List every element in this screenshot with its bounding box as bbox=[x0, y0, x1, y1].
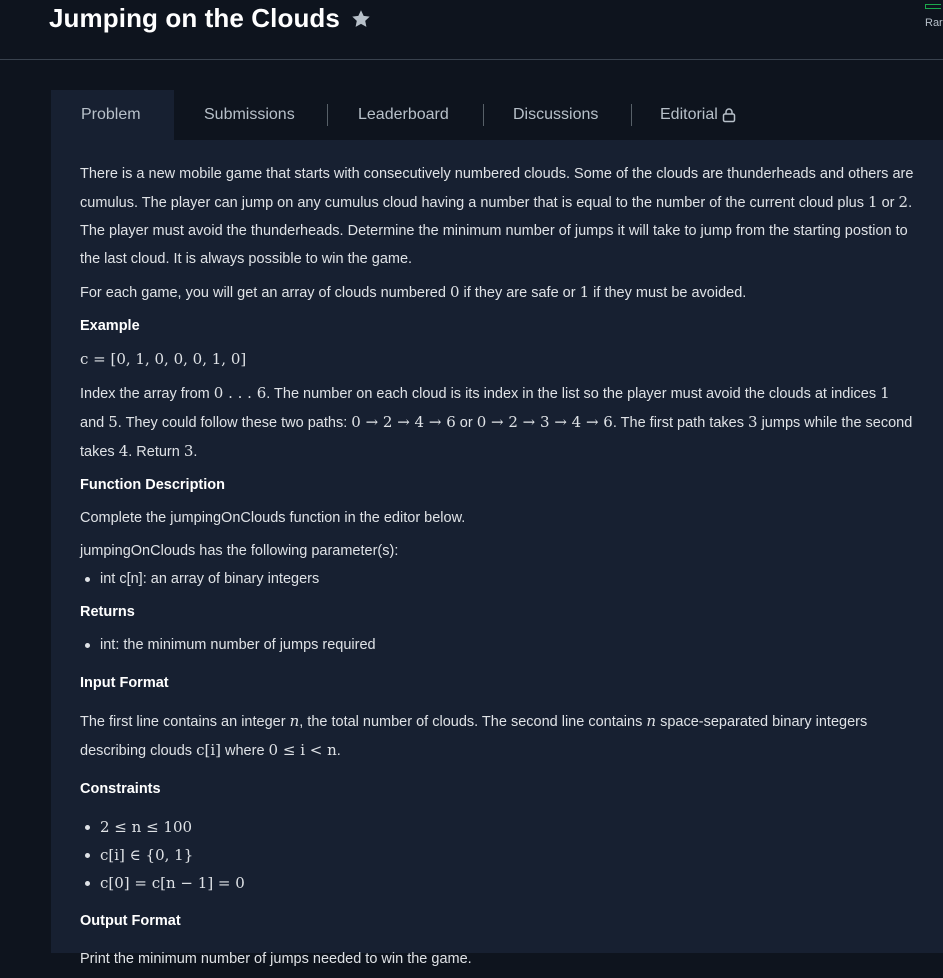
text: Index the array from bbox=[80, 386, 214, 402]
math: 0 ≤ i < n bbox=[268, 741, 337, 759]
rank-widget[interactable]: Rar bbox=[925, 4, 943, 29]
constraints-heading: Constraints bbox=[80, 781, 161, 797]
intro-paragraph: There is a new mobile game that starts w… bbox=[80, 160, 915, 273]
text: There is a new mobile game that starts w… bbox=[80, 166, 914, 211]
input-format-heading: Input Format bbox=[80, 675, 169, 691]
problem-statement: There is a new mobile game that starts w… bbox=[80, 160, 915, 978]
output-format-text: Print the minimum number of jumps needed… bbox=[80, 951, 472, 967]
input-format-text: The first line contains an integer n, th… bbox=[80, 707, 915, 765]
text: The first line contains an integer bbox=[80, 714, 290, 730]
text: . bbox=[336, 743, 341, 759]
tab-label: Problem bbox=[81, 106, 141, 123]
math: 3 bbox=[748, 413, 758, 431]
rank-label: Rar bbox=[925, 17, 943, 29]
tab-editorial[interactable]: Editorial bbox=[660, 90, 736, 140]
rank-progress-bar bbox=[925, 4, 941, 9]
text: . The first path takes bbox=[612, 415, 748, 431]
text: or bbox=[877, 195, 899, 211]
challenge-title-row: Jumping on the Clouds bbox=[49, 3, 372, 34]
tab-discussions[interactable]: Discussions bbox=[513, 90, 598, 140]
list-item: 2 ≤ n ≤ 100 bbox=[85, 813, 915, 841]
challenge-header: Jumping on the Clouds Rar bbox=[0, 0, 943, 60]
example-explanation: Index the array from 0 . . . 6. The numb… bbox=[80, 379, 915, 466]
returns-list: int: the minimum number of jumps require… bbox=[80, 631, 915, 659]
text: or bbox=[455, 415, 477, 431]
text: . Return bbox=[128, 444, 184, 460]
function-description-text: Complete the jumpingOnClouds function in… bbox=[80, 510, 466, 526]
tab-bar: Problem Submissions Leaderboard Discussi… bbox=[51, 90, 943, 140]
function-description-heading: Function Description bbox=[80, 477, 225, 493]
lock-icon bbox=[722, 107, 736, 123]
math: 1 bbox=[579, 283, 590, 301]
math: 4 bbox=[118, 442, 129, 460]
parameters-intro: jumpingOnClouds has the following parame… bbox=[80, 543, 399, 559]
text: , the total number of clouds. The second… bbox=[299, 714, 647, 730]
math: n bbox=[289, 712, 300, 730]
tab-label: Leaderboard bbox=[358, 106, 449, 123]
math: 5 bbox=[108, 413, 118, 431]
text: . They could follow these two paths: bbox=[117, 415, 352, 431]
problem-panel: Problem Submissions Leaderboard Discussi… bbox=[51, 90, 943, 967]
tab-label: Discussions bbox=[513, 106, 599, 123]
math: 0 bbox=[449, 283, 460, 301]
math: c[i] bbox=[196, 741, 221, 759]
list-item: int: the minimum number of jumps require… bbox=[85, 631, 915, 659]
text: if they must be avoided. bbox=[589, 285, 747, 301]
parameters-list: int c[n]: an array of binary integers bbox=[80, 565, 915, 593]
text: . bbox=[193, 444, 198, 460]
example-heading: Example bbox=[80, 318, 140, 334]
text: and bbox=[80, 415, 109, 431]
tab-divider bbox=[483, 104, 484, 126]
math: c = [0, 1, 0, 0, 0, 1, 0] bbox=[80, 350, 247, 368]
example-math: c = [0, 1, 0, 0, 0, 1, 0] bbox=[80, 345, 915, 374]
text: where bbox=[220, 743, 269, 759]
array-paragraph: For each game, you will get an array of … bbox=[80, 278, 915, 307]
returns-heading: Returns bbox=[80, 604, 135, 620]
tab-problem[interactable]: Problem bbox=[51, 90, 174, 140]
text: . The number on each cloud is its index … bbox=[266, 386, 881, 402]
math: 1 bbox=[868, 193, 878, 211]
tab-divider bbox=[327, 104, 328, 126]
math: 2 bbox=[898, 193, 909, 211]
tab-submissions[interactable]: Submissions bbox=[204, 90, 295, 140]
math: 0 . . . 6 bbox=[213, 384, 267, 402]
output-format-heading: Output Format bbox=[80, 913, 181, 929]
tab-divider bbox=[631, 104, 632, 126]
math: 0 → 2 → 3 → 4 → 6 bbox=[476, 413, 613, 431]
math: 3 bbox=[183, 442, 194, 460]
tab-label: Submissions bbox=[204, 106, 295, 123]
tab-label: Editorial bbox=[660, 106, 718, 123]
challenge-title: Jumping on the Clouds bbox=[49, 3, 340, 33]
list-item: int c[n]: an array of binary integers bbox=[85, 565, 915, 593]
text: For each game, you will get an array of … bbox=[80, 285, 450, 301]
math: 0 → 2 → 4 → 6 bbox=[351, 413, 456, 431]
math: n bbox=[646, 712, 657, 730]
tab-leaderboard[interactable]: Leaderboard bbox=[358, 90, 449, 140]
constraints-list: 2 ≤ n ≤ 100 c[i] ∈ {0, 1} c[0] = c[n − 1… bbox=[80, 813, 915, 897]
list-item: c[i] ∈ {0, 1} bbox=[85, 841, 915, 869]
math: 1 bbox=[880, 384, 890, 402]
list-item: c[0] = c[n − 1] = 0 bbox=[85, 869, 915, 897]
text: if they are safe or bbox=[459, 285, 580, 301]
star-icon[interactable] bbox=[350, 8, 372, 30]
